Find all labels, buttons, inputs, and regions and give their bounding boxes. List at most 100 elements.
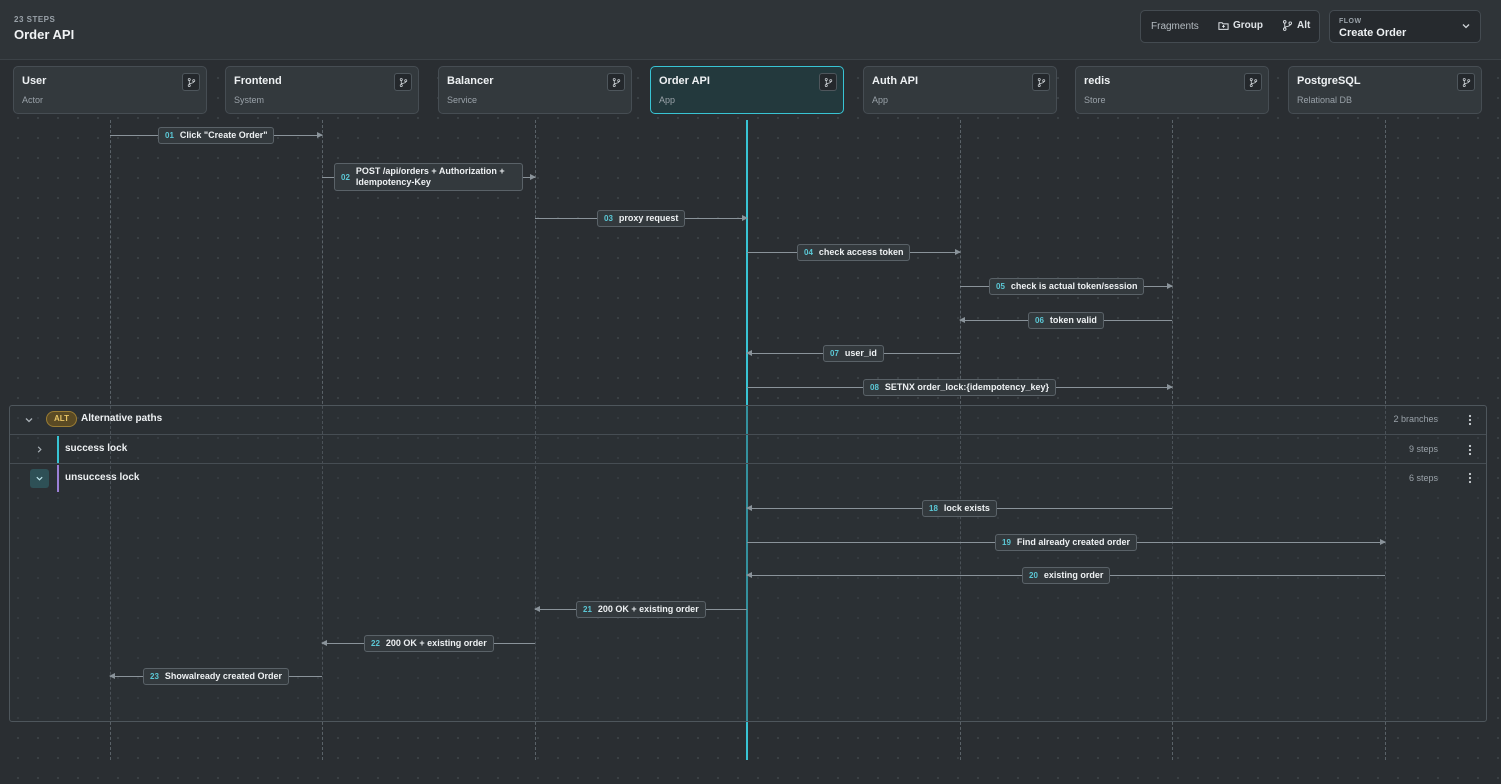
participant-branch-button[interactable] [607,73,625,91]
arrow-head [109,673,115,679]
message-label[interactable]: 19 Find already created order [995,534,1137,551]
branch-icon [1462,77,1470,87]
participant-type: System [234,95,265,105]
arrow-head [530,174,536,180]
message-number: 03 [604,214,613,223]
message-text: token valid [1049,315,1097,325]
message-text: user_id [844,348,877,358]
participant-branch-button[interactable] [1244,73,1262,91]
branch-color-bar [57,465,59,492]
message-label[interactable]: 23 Showalready created Order [143,668,289,685]
add-alt-button[interactable]: Alt [1282,20,1310,31]
branch-step-count: 6 steps [1408,473,1438,483]
arrow-head [1380,539,1386,545]
participant-branch-button[interactable] [819,73,837,91]
arrow-head [955,249,961,255]
participant-type: Store [1084,95,1106,105]
branch-expand-toggle[interactable] [30,440,49,459]
fragments-label: Fragments [1151,21,1199,32]
participant-name: Order API [659,75,710,87]
participant-balancer[interactable]: Balancer Service [438,66,632,114]
participant-order-api[interactable]: Order API App [650,66,844,114]
message-number: 07 [830,349,839,358]
group-label: Group [1233,20,1263,31]
message-number: 22 [371,639,380,648]
branch-collapse-toggle[interactable] [30,469,49,488]
participant-user[interactable]: User Actor [13,66,207,114]
message-label[interactable]: 18 lock exists [922,500,997,517]
message-label[interactable]: 07 user_id [823,345,884,362]
more-vertical-icon[interactable] [1468,472,1472,484]
message-text: check access token [818,247,904,257]
message-text: Click "Create Order" [179,130,268,140]
message-text: proxy request [618,213,679,223]
branch-success-lock[interactable]: success lock 9 steps [10,435,1486,464]
participant-branch-button[interactable] [1457,73,1475,91]
participant-redis[interactable]: redis Store [1075,66,1269,114]
branch-step-count: 9 steps [1408,444,1438,454]
more-vertical-icon[interactable] [1468,444,1472,456]
message-number: 06 [1035,316,1044,325]
participant-type: App [659,95,676,105]
participant-branch-button[interactable] [1032,73,1050,91]
chevron-down-icon[interactable] [24,415,34,425]
message-number: 23 [150,672,159,681]
alt-fragment-header: ALT Alternative paths 2 branches [10,406,1486,435]
arrow-head [746,572,752,578]
more-vertical-icon[interactable] [1468,414,1472,426]
branch-icon [187,77,195,87]
participant-name: PostgreSQL [1297,75,1361,87]
participant-type: Relational DB [1297,95,1353,105]
message-number: 08 [870,383,879,392]
chevron-down-icon [36,476,43,481]
message-text: Find already created order [1016,537,1130,547]
message-number: 05 [996,282,1005,291]
add-group-button[interactable]: Group [1218,20,1263,31]
participant-branch-button[interactable] [394,73,412,91]
branch-icon [399,77,407,87]
branch-icon [1037,77,1045,87]
message-label[interactable]: 22 200 OK + existing order [364,635,494,652]
branch-icon [1249,77,1257,87]
flow-select[interactable]: FLOW Create Order [1329,10,1481,43]
message-number: 18 [929,504,938,513]
branch-unsuccess-lock[interactable]: unsuccess lock 6 steps [10,464,1486,493]
top-bar: 23 STEPS Order API Fragments Group Alt F… [0,0,1501,60]
branch-icon [612,77,620,87]
message-label[interactable]: 02 POST /api/orders + Authorization + Ide… [334,163,523,191]
message-label[interactable]: 06 token valid [1028,312,1104,329]
sequence-editor: 23 STEPS Order API Fragments Group Alt F… [0,0,1501,784]
arrow-head [746,350,752,356]
message-label[interactable]: 01 Click "Create Order" [158,127,275,144]
alt-title: Alternative paths [81,413,163,424]
participant-name: redis [1084,75,1111,87]
message-label[interactable]: 20 existing order [1022,567,1111,584]
message-text: 200 OK + existing order [597,604,699,614]
message-label[interactable]: 21 200 OK + existing order [576,601,706,618]
message-label[interactable]: 04 check access token [797,244,911,261]
participant-type: Actor [22,95,44,105]
message-label[interactable]: 05 check is actual token/session [989,278,1145,295]
alt-branch-count: 2 branches [1393,414,1438,424]
arrow-head [959,317,965,323]
message-text: existing order [1043,570,1104,580]
message-number: 20 [1029,571,1038,580]
participant-postgresql[interactable]: PostgreSQL Relational DB [1288,66,1482,114]
message-label[interactable]: 08 SETNX order_lock:{idempotency_key} [863,379,1056,396]
branch-name: success lock [65,443,128,454]
message-text: lock exists [943,503,990,513]
message-label[interactable]: 03 proxy request [597,210,686,227]
message-number: 01 [165,131,174,140]
arrow-head [1167,384,1173,390]
chevron-right-icon [37,446,42,453]
participant-branch-button[interactable] [182,73,200,91]
participant-auth-api[interactable]: Auth API App [863,66,1057,114]
participant-frontend[interactable]: Frontend System [225,66,419,114]
arrow-head [317,132,323,138]
participant-name: Frontend [234,75,282,87]
arrow-head [742,215,748,221]
alt-badge: ALT [46,411,77,427]
message-number: 21 [583,605,592,614]
arrow-head [1167,283,1173,289]
fragments-toolbar: Fragments Group Alt [1140,10,1320,43]
